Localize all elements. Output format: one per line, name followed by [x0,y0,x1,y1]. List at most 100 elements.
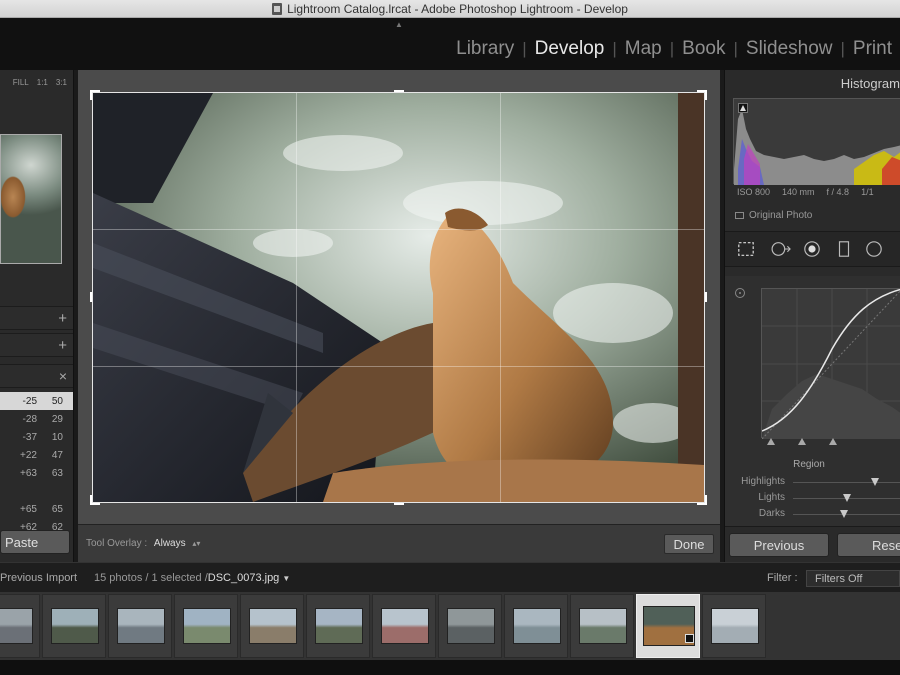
history-item[interactable]: +63 63 [0,464,73,482]
radial-filter-icon[interactable] [865,240,883,258]
module-book[interactable]: Book [674,38,733,60]
filmstrip-thumbnail[interactable] [438,594,502,658]
exif-iso: ISO 800 [737,187,771,197]
histogram[interactable] [733,98,900,185]
history-item[interactable]: -25 50 [0,392,73,410]
slider-track[interactable] [793,482,900,483]
thumbnail-image [117,608,165,644]
filename-dropdown-icon[interactable]: ▼ [282,574,290,583]
thumbnail-image [249,608,297,644]
filmstrip-thumbnail[interactable] [306,594,370,658]
filmstrip-thumbnail[interactable] [0,594,40,658]
navigator-header: FILL 1:1 3:1 [0,70,73,94]
filmstrip-thumbnail[interactable] [570,594,634,658]
tool-overlay-value[interactable]: Always [154,538,186,549]
history-item[interactable]: +22 47 [0,446,73,464]
filmstrip-thumbnail[interactable] [240,594,304,658]
filmstrip-count[interactable]: 15 photos / 1 selected /DSC_0073.jpg ▼ [94,572,290,584]
slider-thumb[interactable] [840,510,848,518]
bottom-bar [0,660,900,675]
slider-label: Lights [758,492,785,503]
collapse-top-panel-icon[interactable]: ▲ [395,20,403,29]
tone-curve-graph[interactable] [761,288,900,440]
clear-history-icon[interactable]: × [59,368,67,384]
filmstrip-source[interactable]: Previous Import [0,572,77,584]
targeted-adjustment-icon[interactable] [735,288,745,298]
filter-label: Filter : [767,572,798,584]
history-panel-header[interactable]: × [0,364,73,388]
reset-button[interactable]: Reset [837,533,900,557]
slider-thumb[interactable] [843,494,851,502]
presets-panel-header[interactable]: + [0,306,73,330]
module-print[interactable]: Print [845,38,900,60]
previous-label: Previous [753,537,805,553]
module-slideshow[interactable]: Slideshow [738,38,841,60]
history-item[interactable]: -37 10 [0,428,73,446]
history-before-value: +63 [20,467,37,479]
add-preset-icon[interactable]: + [58,310,67,327]
history-before-value: -37 [22,431,37,443]
paste-button[interactable]: Paste [0,530,70,554]
photo-canvas[interactable] [93,93,704,502]
filmstrip-thumbnail[interactable] [42,594,106,658]
add-snapshot-icon[interactable]: + [58,337,67,354]
dropdown-arrows-icon[interactable]: ▴▾ [192,539,200,548]
crop-handle-left[interactable] [90,292,92,302]
filmstrip-thumbnail[interactable] [372,594,436,658]
crop-handle-right[interactable] [705,292,707,302]
graduated-filter-icon[interactable] [835,240,853,258]
window-title: Lightroom Catalog.lrcat - Adobe Photosho… [287,1,628,16]
spot-removal-icon[interactable] [769,240,795,258]
tool-strip [725,231,900,267]
crop-handle-bottom[interactable] [394,503,404,505]
crop-handle-top[interactable] [394,90,404,92]
photo-count: 15 photos / 1 selected / [94,572,208,584]
region-label: Region [793,459,825,470]
curve-split-points[interactable] [761,436,900,446]
zoom-1-1[interactable]: 1:1 [37,78,48,87]
history-after-value: 63 [51,467,63,479]
thumbnail-image [447,608,495,644]
filmstrip-thumbnail[interactable] [702,594,766,658]
filmstrip-thumbnail[interactable] [504,594,568,658]
filmstrip [0,592,900,660]
navigator-preview[interactable] [0,134,62,264]
slider-highlights: Highlights [725,476,900,490]
crop-handle-bottom-right[interactable] [697,495,707,505]
slider-thumb[interactable] [871,478,879,486]
history-item[interactable]: +65 65 [0,500,73,518]
filter-value: Filters Off [815,572,863,585]
snapshots-panel-header[interactable]: + [0,333,73,357]
sea-lion-photo [93,93,704,502]
crop-grid-line [500,93,501,502]
crop-handle-top-left[interactable] [90,90,100,100]
filmstrip-thumbnail-selected[interactable] [636,594,700,658]
exif-focal: 140 mm [782,187,815,197]
module-develop[interactable]: Develop [527,38,613,60]
module-map[interactable]: Map [617,38,670,60]
history-item[interactable] [0,482,73,500]
filmstrip-bar: Previous Import 15 photos / 1 selected /… [0,562,900,592]
tone-curve [761,288,900,440]
previous-button[interactable]: Previous [729,533,829,557]
crop-handle-bottom-left[interactable] [90,495,100,505]
histogram-title[interactable]: Histogram [841,76,900,91]
original-photo-toggle[interactable]: Original Photo [735,210,812,221]
slider-label: Highlights [741,476,785,487]
filmstrip-thumbnail[interactable] [108,594,172,658]
filter-dropdown[interactable]: Filters Off [806,570,900,587]
crop-handle-top-right[interactable] [697,90,707,100]
tool-overlay-control[interactable]: Tool Overlay : Always ▴▾ [86,538,200,549]
thumbnail-image [0,608,33,644]
zoom-fill[interactable]: FILL [13,78,29,87]
right-panel-buttons: Previous Reset [725,526,900,562]
crop-overlay-icon[interactable] [737,240,755,258]
module-library[interactable]: Library [448,38,522,60]
zoom-3-1[interactable]: 3:1 [56,78,67,87]
history-item[interactable]: -28 29 [0,410,73,428]
filmstrip-thumbnail[interactable] [174,594,238,658]
red-eye-icon[interactable] [803,240,821,258]
crop-grid-line [296,93,297,502]
done-button[interactable]: Done [664,534,714,554]
shadow-clipping-icon[interactable] [738,103,748,113]
